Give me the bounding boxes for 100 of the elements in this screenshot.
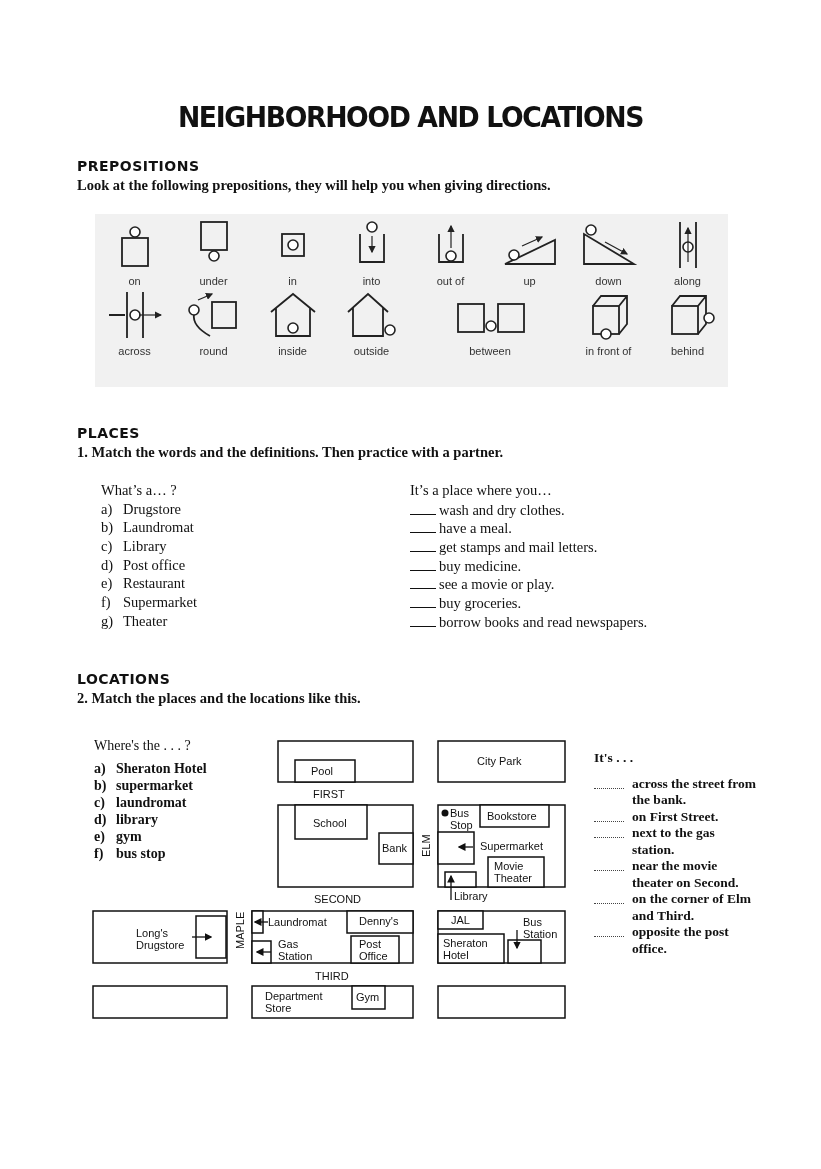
- item-letter: b): [94, 776, 108, 794]
- instruction: 1. Match the words and the definitions. Then practice with a partner.: [77, 444, 505, 461]
- map-label: SECOND: [314, 892, 362, 905]
- place-name: bus stop: [116, 845, 166, 861]
- item-letter: d): [101, 555, 115, 575]
- map-label: Sheraton Hotel: [443, 936, 488, 960]
- map-label: FIRST: [313, 787, 345, 800]
- map-label: Movie Theater: [494, 859, 532, 883]
- preposition-label: in: [288, 274, 297, 288]
- place-word: Library: [123, 537, 167, 556]
- instruction: 2. Match the places and the locations like this.: [77, 689, 362, 707]
- instruction: Look at the following prepositions, they will help you when giving directions.: [77, 177, 552, 194]
- map-label: MAPLE: [234, 911, 246, 949]
- preposition-label: down: [595, 274, 622, 288]
- entrance-arrow: [253, 917, 269, 926]
- entrance-arrow: [513, 928, 521, 949]
- building-outline: [251, 909, 264, 934]
- preposition-label: out of: [436, 274, 465, 288]
- map-label: THIRD: [315, 969, 349, 982]
- place-word: Laundromat: [123, 518, 194, 538]
- preposition-label: across: [118, 344, 151, 358]
- map-label: JAL: [451, 913, 470, 926]
- building-outline: [444, 870, 477, 888]
- definition-text: have a meal.: [439, 519, 512, 539]
- map-label: ELM: [420, 833, 432, 857]
- place-name: Sheraton Hotel: [116, 760, 207, 776]
- building-outline: [351, 984, 386, 1010]
- column-title: What’s a… ?: [101, 481, 178, 500]
- building-outline: [195, 914, 227, 959]
- building-outline: [378, 831, 414, 865]
- item-letter: d): [94, 810, 108, 828]
- item-letter: c): [94, 793, 106, 811]
- preposition-label: under: [199, 274, 228, 288]
- building-outline: [437, 932, 505, 964]
- preposition-label: on: [128, 274, 141, 288]
- map-label: Laundromat: [268, 915, 327, 928]
- place-name: library: [116, 811, 158, 827]
- location-text: on the corner of Elm and Third.: [632, 891, 752, 924]
- definition-text: get stamps and mail letters.: [439, 538, 598, 557]
- map-label: Long's Drugstore: [136, 926, 185, 950]
- item-letter: e): [101, 574, 114, 594]
- item-letter: a): [94, 759, 107, 777]
- map-label: Department Store: [265, 989, 323, 1013]
- item-letter: b): [101, 518, 115, 538]
- preposition-label: in front of: [585, 344, 632, 358]
- place-name: laundromat: [116, 794, 187, 810]
- building-outline: [507, 938, 542, 964]
- map-label: Denny's: [359, 914, 399, 927]
- building-outline: [251, 939, 272, 964]
- location-text: across the street from the bank.: [632, 775, 757, 809]
- building-outline: [479, 803, 550, 828]
- item-letter: g): [101, 611, 115, 631]
- map-label: Bookstore: [487, 809, 537, 822]
- map-label: City Park: [477, 754, 522, 767]
- preposition-label: round: [199, 344, 228, 358]
- place-word: Post office: [123, 555, 186, 575]
- preposition-label: outside: [353, 344, 390, 358]
- item-letter: f): [101, 593, 112, 612]
- bus-stop-dot: [441, 809, 449, 816]
- building-outline: [437, 909, 484, 930]
- definition-text: wash and dry clothes.: [439, 500, 565, 520]
- place-word: Drugstore: [123, 499, 181, 519]
- building-outline: [487, 855, 545, 888]
- definition-text: buy medicine.: [439, 556, 522, 576]
- map-label: Pool: [311, 764, 334, 777]
- definition-text: borrow books and read newspapers.: [439, 612, 648, 632]
- preposition-label: into: [362, 274, 381, 288]
- section-heading: LOCATIONS: [77, 670, 172, 687]
- map-label: Bus Stop: [450, 806, 473, 830]
- item-letter: e): [94, 827, 106, 845]
- map-label: Gym: [356, 990, 380, 1003]
- preposition-label: along: [674, 274, 701, 288]
- map-label: Bus Station: [523, 915, 558, 939]
- location-text: next to the gas station.: [632, 825, 716, 858]
- item-letter: a): [101, 499, 114, 519]
- place-name: gym: [116, 828, 142, 844]
- preposition-label: between: [469, 344, 511, 358]
- map-label: Bank: [382, 841, 408, 854]
- place-word: Restaurant: [123, 574, 185, 594]
- map-label: School: [313, 816, 347, 829]
- preposition-label: inside: [278, 344, 307, 358]
- place-word: Supermarket: [123, 593, 198, 612]
- item-letter: c): [101, 537, 114, 556]
- building-outline: [346, 909, 414, 934]
- map-label: Post Office: [359, 937, 388, 961]
- definition-text: see a movie or play.: [439, 575, 555, 595]
- section-heading: PLACES: [77, 425, 141, 441]
- column-title: It’s a place where you…: [410, 481, 553, 500]
- place-name: supermarket: [116, 777, 193, 793]
- entrance-arrow: [255, 947, 272, 956]
- section-heading: PREPOSITIONS: [77, 158, 201, 174]
- building-outline: [294, 758, 356, 783]
- map-label: Supermarket: [480, 839, 543, 852]
- column-title: It's . . .: [594, 749, 634, 766]
- worksheet-title: NEIGHBORHOOD AND LOCATIONS: [176, 100, 645, 134]
- preposition-label: up: [523, 274, 536, 288]
- building-outline: [437, 830, 475, 865]
- location-text: opposite the post office.: [632, 924, 730, 957]
- building-outline: [350, 934, 400, 964]
- entrance-arrow: [447, 874, 455, 901]
